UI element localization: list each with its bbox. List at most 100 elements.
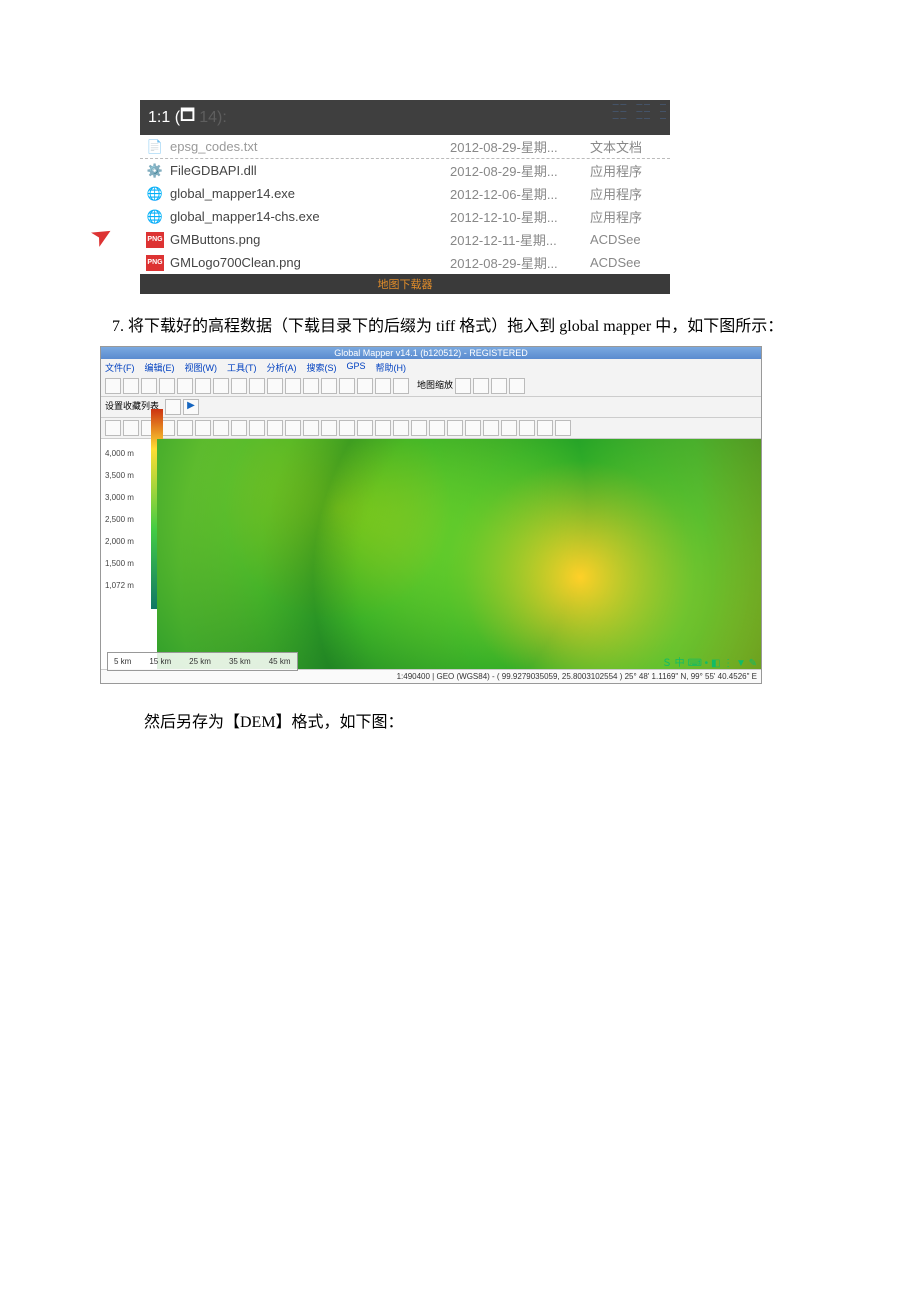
menu-gps[interactable]: GPS (347, 361, 366, 374)
mini-preview: — —— —— — — —— —— — ——— (613, 102, 666, 123)
toolbar-button[interactable] (555, 420, 571, 436)
menu-analysis[interactable]: 分析(A) (267, 361, 297, 374)
toolbar-button[interactable] (375, 378, 391, 394)
toolbar-button[interactable] (249, 420, 265, 436)
toolbar-button[interactable] (303, 420, 319, 436)
gm-titlebar: Global Mapper v14.1 (b120512) - REGISTER… (101, 347, 761, 359)
file-row[interactable]: ⚙️ FileGDBAPI.dll 2012-08-29-星期... 应用程序 (140, 159, 670, 182)
png-icon: PNG (146, 255, 164, 271)
legend-tick: 3,500 m (101, 465, 157, 487)
cursor-arrow-icon: ➤ (85, 217, 119, 255)
toolbar-button[interactable] (501, 420, 517, 436)
scale-bar: 5 km 15 km 25 km 35 km 45 km (107, 652, 298, 671)
scale-tick: 5 km (114, 657, 131, 666)
file-name: GMLogo700Clean.png (170, 255, 450, 270)
file-listing-panel: 1:1 ( 🗖 14): — —— —— — — —— —— — ——— 📄 e… (140, 100, 670, 294)
toolbar-button[interactable] (429, 420, 445, 436)
toolbar-button[interactable] (509, 378, 525, 394)
dll-icon: ⚙️ (146, 163, 164, 179)
menu-edit[interactable]: 编辑(E) (145, 361, 175, 374)
file-name: global_mapper14-chs.exe (170, 209, 450, 224)
instruction-step-7: 7. 将下载好的高程数据（下载目录下的后缀为 tiff 格式）拖入到 globa… (80, 314, 840, 340)
play-button[interactable]: ▶ (183, 399, 199, 415)
toolbar-button[interactable] (393, 420, 409, 436)
file-row[interactable]: 📄 epsg_codes.txt 2012-08-29-星期... 文本文档 (140, 135, 670, 159)
window-icon: 🗖 (180, 104, 195, 131)
file-type: ACDSee (590, 255, 660, 270)
legend-tick: 1,500 m (101, 553, 157, 575)
toolbar-button[interactable] (123, 378, 139, 394)
terrain-map-canvas[interactable] (157, 439, 761, 669)
toolbar-dropdown[interactable] (165, 399, 181, 415)
toolbar-button[interactable] (375, 420, 391, 436)
toolbar-button[interactable] (285, 378, 301, 394)
legend-tick: 2,000 m (101, 531, 157, 553)
toolbar-button[interactable] (465, 420, 481, 436)
toolbar-button[interactable] (213, 378, 229, 394)
toolbar-button[interactable] (123, 420, 139, 436)
file-row[interactable]: PNG GMLogo700Clean.png 2012-08-29-星期... … (140, 251, 670, 274)
toolbar-button[interactable] (537, 420, 553, 436)
file-type: ACDSee (590, 232, 660, 247)
toolbar-button[interactable] (177, 420, 193, 436)
toolbar-button[interactable] (267, 420, 283, 436)
scale-tick: 45 km (269, 657, 291, 666)
toolbar-button[interactable] (473, 378, 489, 394)
toolbar-button[interactable] (231, 378, 247, 394)
menu-view[interactable]: 视图(W) (185, 361, 218, 374)
gm-statusbar: 1:490400 | GEO (WGS84) - ( 99.9279035059… (101, 669, 761, 683)
gm-menubar[interactable]: 文件(F) 编辑(E) 视图(W) 工具(T) 分析(A) 搜索(S) GPS … (101, 359, 761, 376)
toolbar-button[interactable] (141, 378, 157, 394)
png-icon: PNG (146, 232, 164, 248)
toolbar-button[interactable] (105, 420, 121, 436)
toolbar-button[interactable] (411, 420, 427, 436)
file-row[interactable]: PNG GMButtons.png ➤ 2012-12-11-星期... ACD… (140, 228, 670, 251)
file-row[interactable]: 🌐 global_mapper14.exe 2012-12-06-星期... 应… (140, 182, 670, 205)
file-panel-footer: 地图下载器 (140, 274, 670, 294)
mini-col-1: — —— —— — (613, 102, 627, 123)
toolbar-button[interactable] (357, 420, 373, 436)
toolbar-button[interactable] (339, 420, 355, 436)
toolbar-button[interactable] (303, 378, 319, 394)
ime-tray-icons: Ｓ 中 ⌨ • ◧ ⋮ ▼ ✎ (662, 654, 757, 669)
menu-help[interactable]: 帮助(H) (376, 361, 407, 374)
toolbar-button[interactable] (455, 378, 471, 394)
menu-search[interactable]: 搜索(S) (307, 361, 337, 374)
scale-tick: 35 km (229, 657, 251, 666)
toolbar-button[interactable] (483, 420, 499, 436)
toolbar-button[interactable] (213, 420, 229, 436)
toolbar-button[interactable] (195, 420, 211, 436)
file-type: 文本文档 (590, 137, 660, 156)
toolbar-button[interactable] (491, 378, 507, 394)
toolbar-button[interactable] (249, 378, 265, 394)
menu-tools[interactable]: 工具(T) (227, 361, 257, 374)
toolbar-button[interactable] (321, 378, 337, 394)
scale-tick: 25 km (189, 657, 211, 666)
toolbar-button[interactable] (357, 378, 373, 394)
toolbar-button[interactable] (177, 378, 193, 394)
instruction-save-dem: 然后另存为【DEM】格式，如下图： (80, 708, 840, 732)
toolbar-button[interactable] (339, 378, 355, 394)
toolbar-button[interactable] (321, 420, 337, 436)
legend-tick: 2,500 m (101, 509, 157, 531)
toolbar-button[interactable] (447, 420, 463, 436)
gm-toolbar-2: 设置收藏列表 ▶ (101, 397, 761, 418)
toolbar-button[interactable] (231, 420, 247, 436)
file-row[interactable]: 🌐 global_mapper14-chs.exe 2012-12-10-星期.… (140, 205, 670, 228)
exe-icon: 🌐 (146, 209, 164, 225)
toolbar-button[interactable] (285, 420, 301, 436)
exe-icon: 🌐 (146, 186, 164, 202)
menu-file[interactable]: 文件(F) (105, 361, 135, 374)
mini-col-2: — —— —— — (636, 102, 650, 123)
toolbar-button[interactable] (519, 420, 535, 436)
mini-col-3: ——— (660, 102, 666, 123)
toolbar-button[interactable] (393, 378, 409, 394)
toolbar-button[interactable] (105, 378, 121, 394)
toolbar-button[interactable] (159, 378, 175, 394)
gm-toolbar-1: 地图缩放 (101, 376, 761, 397)
legend-tick: 4,000 m (101, 443, 157, 465)
toolbar-button[interactable] (267, 378, 283, 394)
file-date: 2012-12-11-星期... (450, 230, 590, 249)
map-zoom-label: 地图缩放 (417, 378, 453, 394)
toolbar-button[interactable] (195, 378, 211, 394)
